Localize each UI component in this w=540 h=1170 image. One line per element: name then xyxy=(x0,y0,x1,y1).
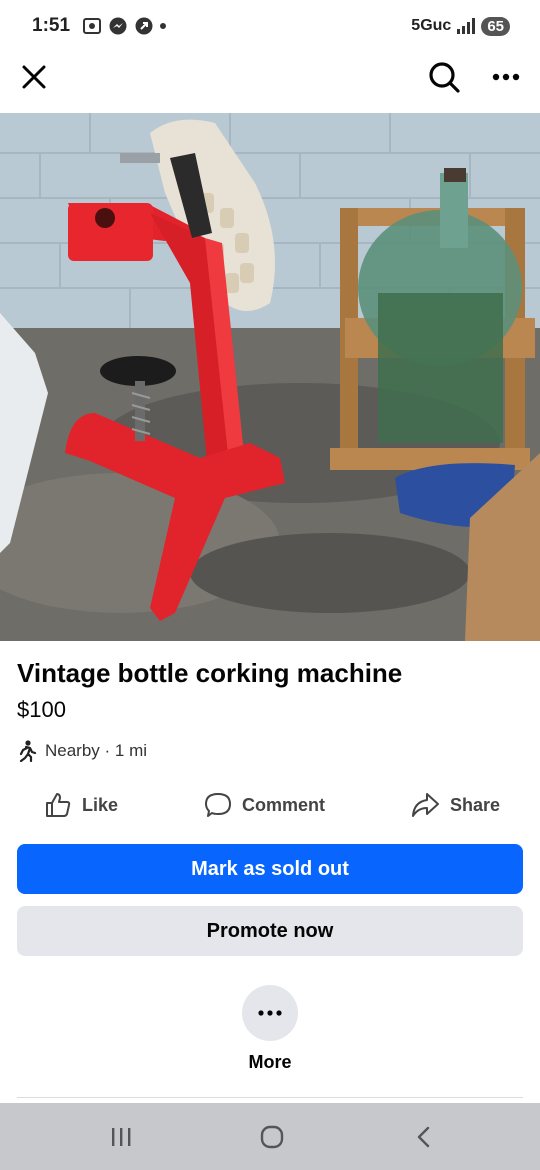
comment-icon xyxy=(205,793,231,817)
sync-icon xyxy=(135,17,153,35)
listing-location: Nearby · 1 mi xyxy=(17,740,147,762)
home-icon xyxy=(260,1125,284,1149)
listing-photo[interactable] xyxy=(0,113,540,641)
comment-label: Comment xyxy=(242,794,326,815)
like-label: Like xyxy=(82,794,119,815)
listing-title: Vintage bottle corking machine xyxy=(17,658,403,688)
more-horizontal-icon xyxy=(492,73,520,81)
messenger-icon xyxy=(109,17,127,35)
status-bar: 1:51 5Guc 65 xyxy=(0,0,540,52)
action-bar: Like Comment Share xyxy=(0,787,540,825)
more-notifications-dot xyxy=(160,23,167,29)
status-time: 1:51 xyxy=(32,15,71,36)
system-navigation-bar xyxy=(0,1103,540,1170)
share-icon xyxy=(412,793,439,817)
close-button[interactable] xyxy=(12,55,56,99)
like-button[interactable]: Like xyxy=(44,791,118,819)
more-horizontal-icon xyxy=(258,1010,282,1016)
listing-price: $100 xyxy=(17,697,66,722)
promote-button[interactable]: Promote now xyxy=(17,906,523,956)
divider xyxy=(17,1097,523,1098)
battery-indicator: 65 xyxy=(481,16,510,36)
more-label: More xyxy=(248,1052,292,1072)
back-button[interactable] xyxy=(404,1121,444,1153)
location-text: Nearby · 1 mi xyxy=(45,741,148,760)
share-button[interactable]: Share xyxy=(410,791,500,819)
like-icon xyxy=(46,793,71,817)
network-indicator: 5Guc xyxy=(411,17,452,34)
search-button[interactable] xyxy=(422,55,466,99)
search-icon xyxy=(429,62,460,93)
more-options-button[interactable] xyxy=(484,55,528,99)
screenshot-icon xyxy=(83,18,102,34)
recent-apps-button[interactable] xyxy=(101,1121,141,1153)
top-navigation xyxy=(0,52,540,112)
back-icon xyxy=(417,1126,430,1148)
walking-person-icon xyxy=(19,740,37,762)
comment-button[interactable]: Comment xyxy=(204,791,325,819)
more-button[interactable] xyxy=(242,985,298,1041)
share-label: Share xyxy=(450,794,501,815)
recent-apps-icon xyxy=(112,1128,131,1146)
mark-sold-button[interactable]: Mark as sold out xyxy=(17,844,523,894)
notification-icons xyxy=(82,16,167,36)
signal-icon xyxy=(457,18,476,34)
corking-machine-photo xyxy=(0,113,540,641)
home-button[interactable] xyxy=(252,1121,292,1153)
close-icon xyxy=(22,65,46,89)
